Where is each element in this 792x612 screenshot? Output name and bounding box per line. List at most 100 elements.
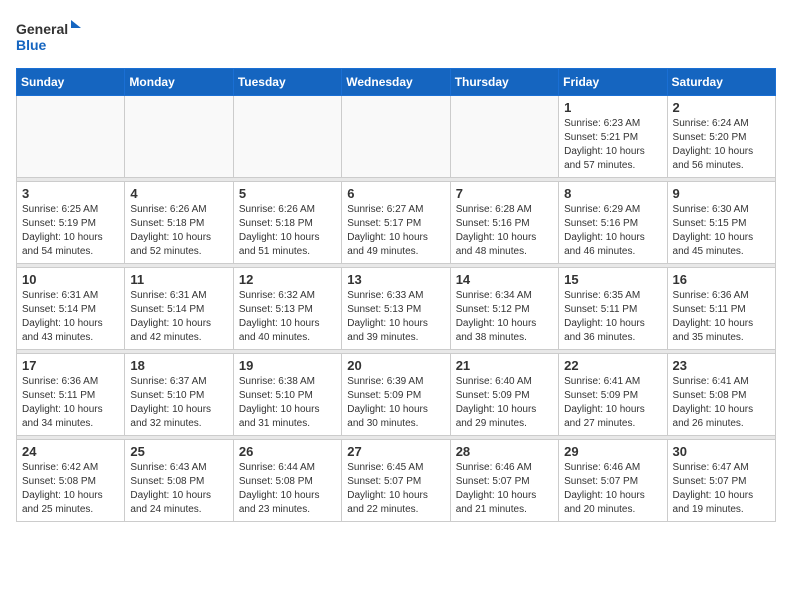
day-info: Sunrise: 6:42 AMSunset: 5:08 PMDaylight:…: [22, 461, 119, 517]
day-info: Sunrise: 6:32 AMSunset: 5:13 PMDaylight:…: [239, 289, 336, 345]
day-info: Sunrise: 6:37 AMSunset: 5:10 PMDaylight:…: [130, 375, 227, 431]
day-number: 4: [130, 186, 227, 201]
day-number: 16: [673, 272, 770, 287]
day-cell: 23 Sunrise: 6:41 AMSunset: 5:08 PMDayligh…: [667, 354, 775, 436]
day-cell: 22 Sunrise: 6:41 AMSunset: 5:09 PMDayligh…: [559, 354, 667, 436]
day-number: 29: [564, 444, 661, 459]
day-cell: 19 Sunrise: 6:38 AMSunset: 5:10 PMDayligh…: [233, 354, 341, 436]
day-number: 2: [673, 100, 770, 115]
logo-svg: GeneralBlue: [16, 16, 86, 60]
day-info: Sunrise: 6:36 AMSunset: 5:11 PMDaylight:…: [673, 289, 770, 345]
day-number: 24: [22, 444, 119, 459]
weekday-header-monday: Monday: [125, 69, 233, 96]
day-cell: 11 Sunrise: 6:31 AMSunset: 5:14 PMDayligh…: [125, 268, 233, 350]
day-number: 14: [456, 272, 553, 287]
day-info: Sunrise: 6:31 AMSunset: 5:14 PMDaylight:…: [22, 289, 119, 345]
day-cell: 18 Sunrise: 6:37 AMSunset: 5:10 PMDayligh…: [125, 354, 233, 436]
day-number: 12: [239, 272, 336, 287]
day-cell: 29 Sunrise: 6:46 AMSunset: 5:07 PMDayligh…: [559, 440, 667, 522]
day-number: 23: [673, 358, 770, 373]
day-cell: [450, 96, 558, 178]
day-cell: [125, 96, 233, 178]
day-info: Sunrise: 6:28 AMSunset: 5:16 PMDaylight:…: [456, 203, 553, 259]
logo: GeneralBlue: [16, 16, 86, 60]
day-cell: 16 Sunrise: 6:36 AMSunset: 5:11 PMDayligh…: [667, 268, 775, 350]
day-number: 11: [130, 272, 227, 287]
day-info: Sunrise: 6:45 AMSunset: 5:07 PMDaylight:…: [347, 461, 444, 517]
day-number: 3: [22, 186, 119, 201]
week-row-4: 17 Sunrise: 6:36 AMSunset: 5:11 PMDayligh…: [17, 354, 776, 436]
weekday-header-tuesday: Tuesday: [233, 69, 341, 96]
day-info: Sunrise: 6:27 AMSunset: 5:17 PMDaylight:…: [347, 203, 444, 259]
page-header: GeneralBlue: [16, 16, 776, 60]
day-info: Sunrise: 6:43 AMSunset: 5:08 PMDaylight:…: [130, 461, 227, 517]
day-number: 5: [239, 186, 336, 201]
day-info: Sunrise: 6:24 AMSunset: 5:20 PMDaylight:…: [673, 117, 770, 173]
day-cell: 13 Sunrise: 6:33 AMSunset: 5:13 PMDayligh…: [342, 268, 450, 350]
day-cell: 27 Sunrise: 6:45 AMSunset: 5:07 PMDayligh…: [342, 440, 450, 522]
weekday-header-friday: Friday: [559, 69, 667, 96]
day-cell: 5 Sunrise: 6:26 AMSunset: 5:18 PMDaylight…: [233, 182, 341, 264]
day-info: Sunrise: 6:30 AMSunset: 5:15 PMDaylight:…: [673, 203, 770, 259]
weekday-header-row: SundayMondayTuesdayWednesdayThursdayFrid…: [17, 69, 776, 96]
day-number: 30: [673, 444, 770, 459]
day-number: 19: [239, 358, 336, 373]
day-number: 7: [456, 186, 553, 201]
day-cell: 9 Sunrise: 6:30 AMSunset: 5:15 PMDaylight…: [667, 182, 775, 264]
day-info: Sunrise: 6:36 AMSunset: 5:11 PMDaylight:…: [22, 375, 119, 431]
day-cell: 3 Sunrise: 6:25 AMSunset: 5:19 PMDaylight…: [17, 182, 125, 264]
day-number: 10: [22, 272, 119, 287]
day-info: Sunrise: 6:41 AMSunset: 5:09 PMDaylight:…: [564, 375, 661, 431]
day-info: Sunrise: 6:38 AMSunset: 5:10 PMDaylight:…: [239, 375, 336, 431]
day-number: 15: [564, 272, 661, 287]
day-info: Sunrise: 6:33 AMSunset: 5:13 PMDaylight:…: [347, 289, 444, 345]
day-number: 8: [564, 186, 661, 201]
calendar-table: SundayMondayTuesdayWednesdayThursdayFrid…: [16, 68, 776, 522]
day-info: Sunrise: 6:41 AMSunset: 5:08 PMDaylight:…: [673, 375, 770, 431]
day-cell: 14 Sunrise: 6:34 AMSunset: 5:12 PMDayligh…: [450, 268, 558, 350]
weekday-header-sunday: Sunday: [17, 69, 125, 96]
day-number: 22: [564, 358, 661, 373]
weekday-header-saturday: Saturday: [667, 69, 775, 96]
day-number: 20: [347, 358, 444, 373]
day-cell: 17 Sunrise: 6:36 AMSunset: 5:11 PMDayligh…: [17, 354, 125, 436]
day-info: Sunrise: 6:26 AMSunset: 5:18 PMDaylight:…: [239, 203, 336, 259]
day-number: 18: [130, 358, 227, 373]
day-number: 1: [564, 100, 661, 115]
day-cell: 10 Sunrise: 6:31 AMSunset: 5:14 PMDayligh…: [17, 268, 125, 350]
day-number: 6: [347, 186, 444, 201]
day-info: Sunrise: 6:23 AMSunset: 5:21 PMDaylight:…: [564, 117, 661, 173]
week-row-2: 3 Sunrise: 6:25 AMSunset: 5:19 PMDaylight…: [17, 182, 776, 264]
weekday-header-thursday: Thursday: [450, 69, 558, 96]
day-number: 13: [347, 272, 444, 287]
day-number: 21: [456, 358, 553, 373]
day-info: Sunrise: 6:44 AMSunset: 5:08 PMDaylight:…: [239, 461, 336, 517]
svg-text:General: General: [16, 21, 68, 37]
svg-text:Blue: Blue: [16, 37, 47, 53]
day-number: 9: [673, 186, 770, 201]
day-cell: 24 Sunrise: 6:42 AMSunset: 5:08 PMDayligh…: [17, 440, 125, 522]
day-cell: [17, 96, 125, 178]
day-cell: 12 Sunrise: 6:32 AMSunset: 5:13 PMDayligh…: [233, 268, 341, 350]
day-cell: 4 Sunrise: 6:26 AMSunset: 5:18 PMDaylight…: [125, 182, 233, 264]
day-info: Sunrise: 6:26 AMSunset: 5:18 PMDaylight:…: [130, 203, 227, 259]
day-number: 17: [22, 358, 119, 373]
day-cell: 28Sunrise: 6:46 AMSunset: 5:07 PMDayligh…: [450, 440, 558, 522]
week-row-1: 1 Sunrise: 6:23 AMSunset: 5:21 PMDaylight…: [17, 96, 776, 178]
day-info: Sunrise: 6:46 AMSunset: 5:07 PMDaylight:…: [564, 461, 661, 517]
day-cell: 30Sunrise: 6:47 AMSunset: 5:07 PMDayligh…: [667, 440, 775, 522]
day-info: Sunrise: 6:35 AMSunset: 5:11 PMDaylight:…: [564, 289, 661, 345]
day-cell: [233, 96, 341, 178]
day-cell: 15 Sunrise: 6:35 AMSunset: 5:11 PMDayligh…: [559, 268, 667, 350]
day-cell: [342, 96, 450, 178]
day-cell: 21 Sunrise: 6:40 AMSunset: 5:09 PMDayligh…: [450, 354, 558, 436]
day-info: Sunrise: 6:34 AMSunset: 5:12 PMDaylight:…: [456, 289, 553, 345]
day-info: Sunrise: 6:25 AMSunset: 5:19 PMDaylight:…: [22, 203, 119, 259]
day-number: 27: [347, 444, 444, 459]
day-number: 26: [239, 444, 336, 459]
day-info: Sunrise: 6:31 AMSunset: 5:14 PMDaylight:…: [130, 289, 227, 345]
day-info: Sunrise: 6:40 AMSunset: 5:09 PMDaylight:…: [456, 375, 553, 431]
day-cell: 2 Sunrise: 6:24 AMSunset: 5:20 PMDaylight…: [667, 96, 775, 178]
day-cell: 20Sunrise: 6:39 AMSunset: 5:09 PMDayligh…: [342, 354, 450, 436]
day-cell: 25Sunrise: 6:43 AMSunset: 5:08 PMDayligh…: [125, 440, 233, 522]
